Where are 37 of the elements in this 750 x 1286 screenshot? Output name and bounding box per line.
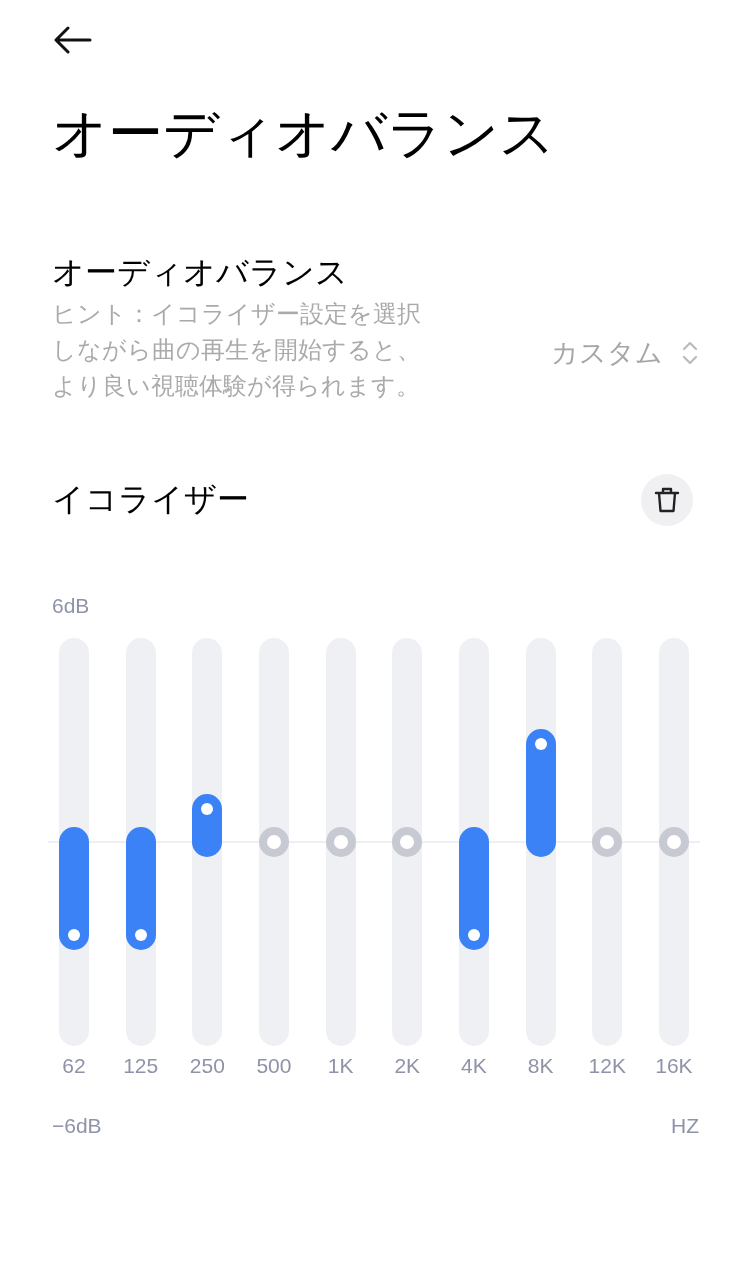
eq-slider[interactable]: [59, 637, 89, 1046]
slider-thumb[interactable]: [658, 826, 689, 857]
preset-dropdown[interactable]: カスタム: [551, 334, 699, 371]
eq-slider[interactable]: [458, 637, 489, 1046]
eq-slider[interactable]: [592, 637, 623, 1046]
eq-slider[interactable]: [192, 637, 223, 1046]
hint-text: ヒント：イコライザー設定を選択しながら曲の再生を開始すると、より良い視聴体験が得られます。: [52, 298, 422, 401]
frequency-label: 2K: [394, 1053, 421, 1078]
back-button[interactable]: [52, 26, 92, 54]
min-db-label: −6dB: [52, 1113, 102, 1138]
frequency-label: 250: [189, 1053, 225, 1078]
slider-thumb[interactable]: [258, 826, 289, 857]
frequency-label: 62: [62, 1053, 86, 1078]
slider-thumb[interactable]: [325, 826, 356, 857]
page-title: オーディオバランス: [52, 101, 556, 166]
eq-slider[interactable]: [658, 637, 689, 1046]
frequency-label: 12K: [588, 1053, 626, 1078]
frequency-label: 8K: [527, 1053, 554, 1078]
slider-thumb[interactable]: [392, 826, 423, 857]
slider-thumb[interactable]: [592, 826, 623, 857]
frequency-label: 16K: [655, 1053, 693, 1078]
unit-label: HZ: [671, 1113, 699, 1138]
trash-icon: [654, 485, 680, 514]
frequency-label: 4K: [461, 1053, 487, 1078]
eq-slider[interactable]: [325, 637, 356, 1046]
eq-slider[interactable]: [258, 637, 289, 1046]
max-db-label: 6dB: [52, 593, 90, 618]
section-title: オーディオバランス: [52, 253, 349, 292]
frequency-label: 500: [256, 1053, 292, 1078]
frequency-label: 1K: [327, 1053, 354, 1078]
eq-slider[interactable]: [392, 637, 423, 1046]
back-arrow-icon: [52, 26, 92, 54]
eq-slider[interactable]: [525, 637, 556, 1046]
section-title: イコライザー: [52, 479, 249, 519]
frequency-label: 125: [123, 1053, 159, 1078]
slider-fill: [192, 793, 223, 857]
eq-slider[interactable]: [125, 637, 156, 1046]
